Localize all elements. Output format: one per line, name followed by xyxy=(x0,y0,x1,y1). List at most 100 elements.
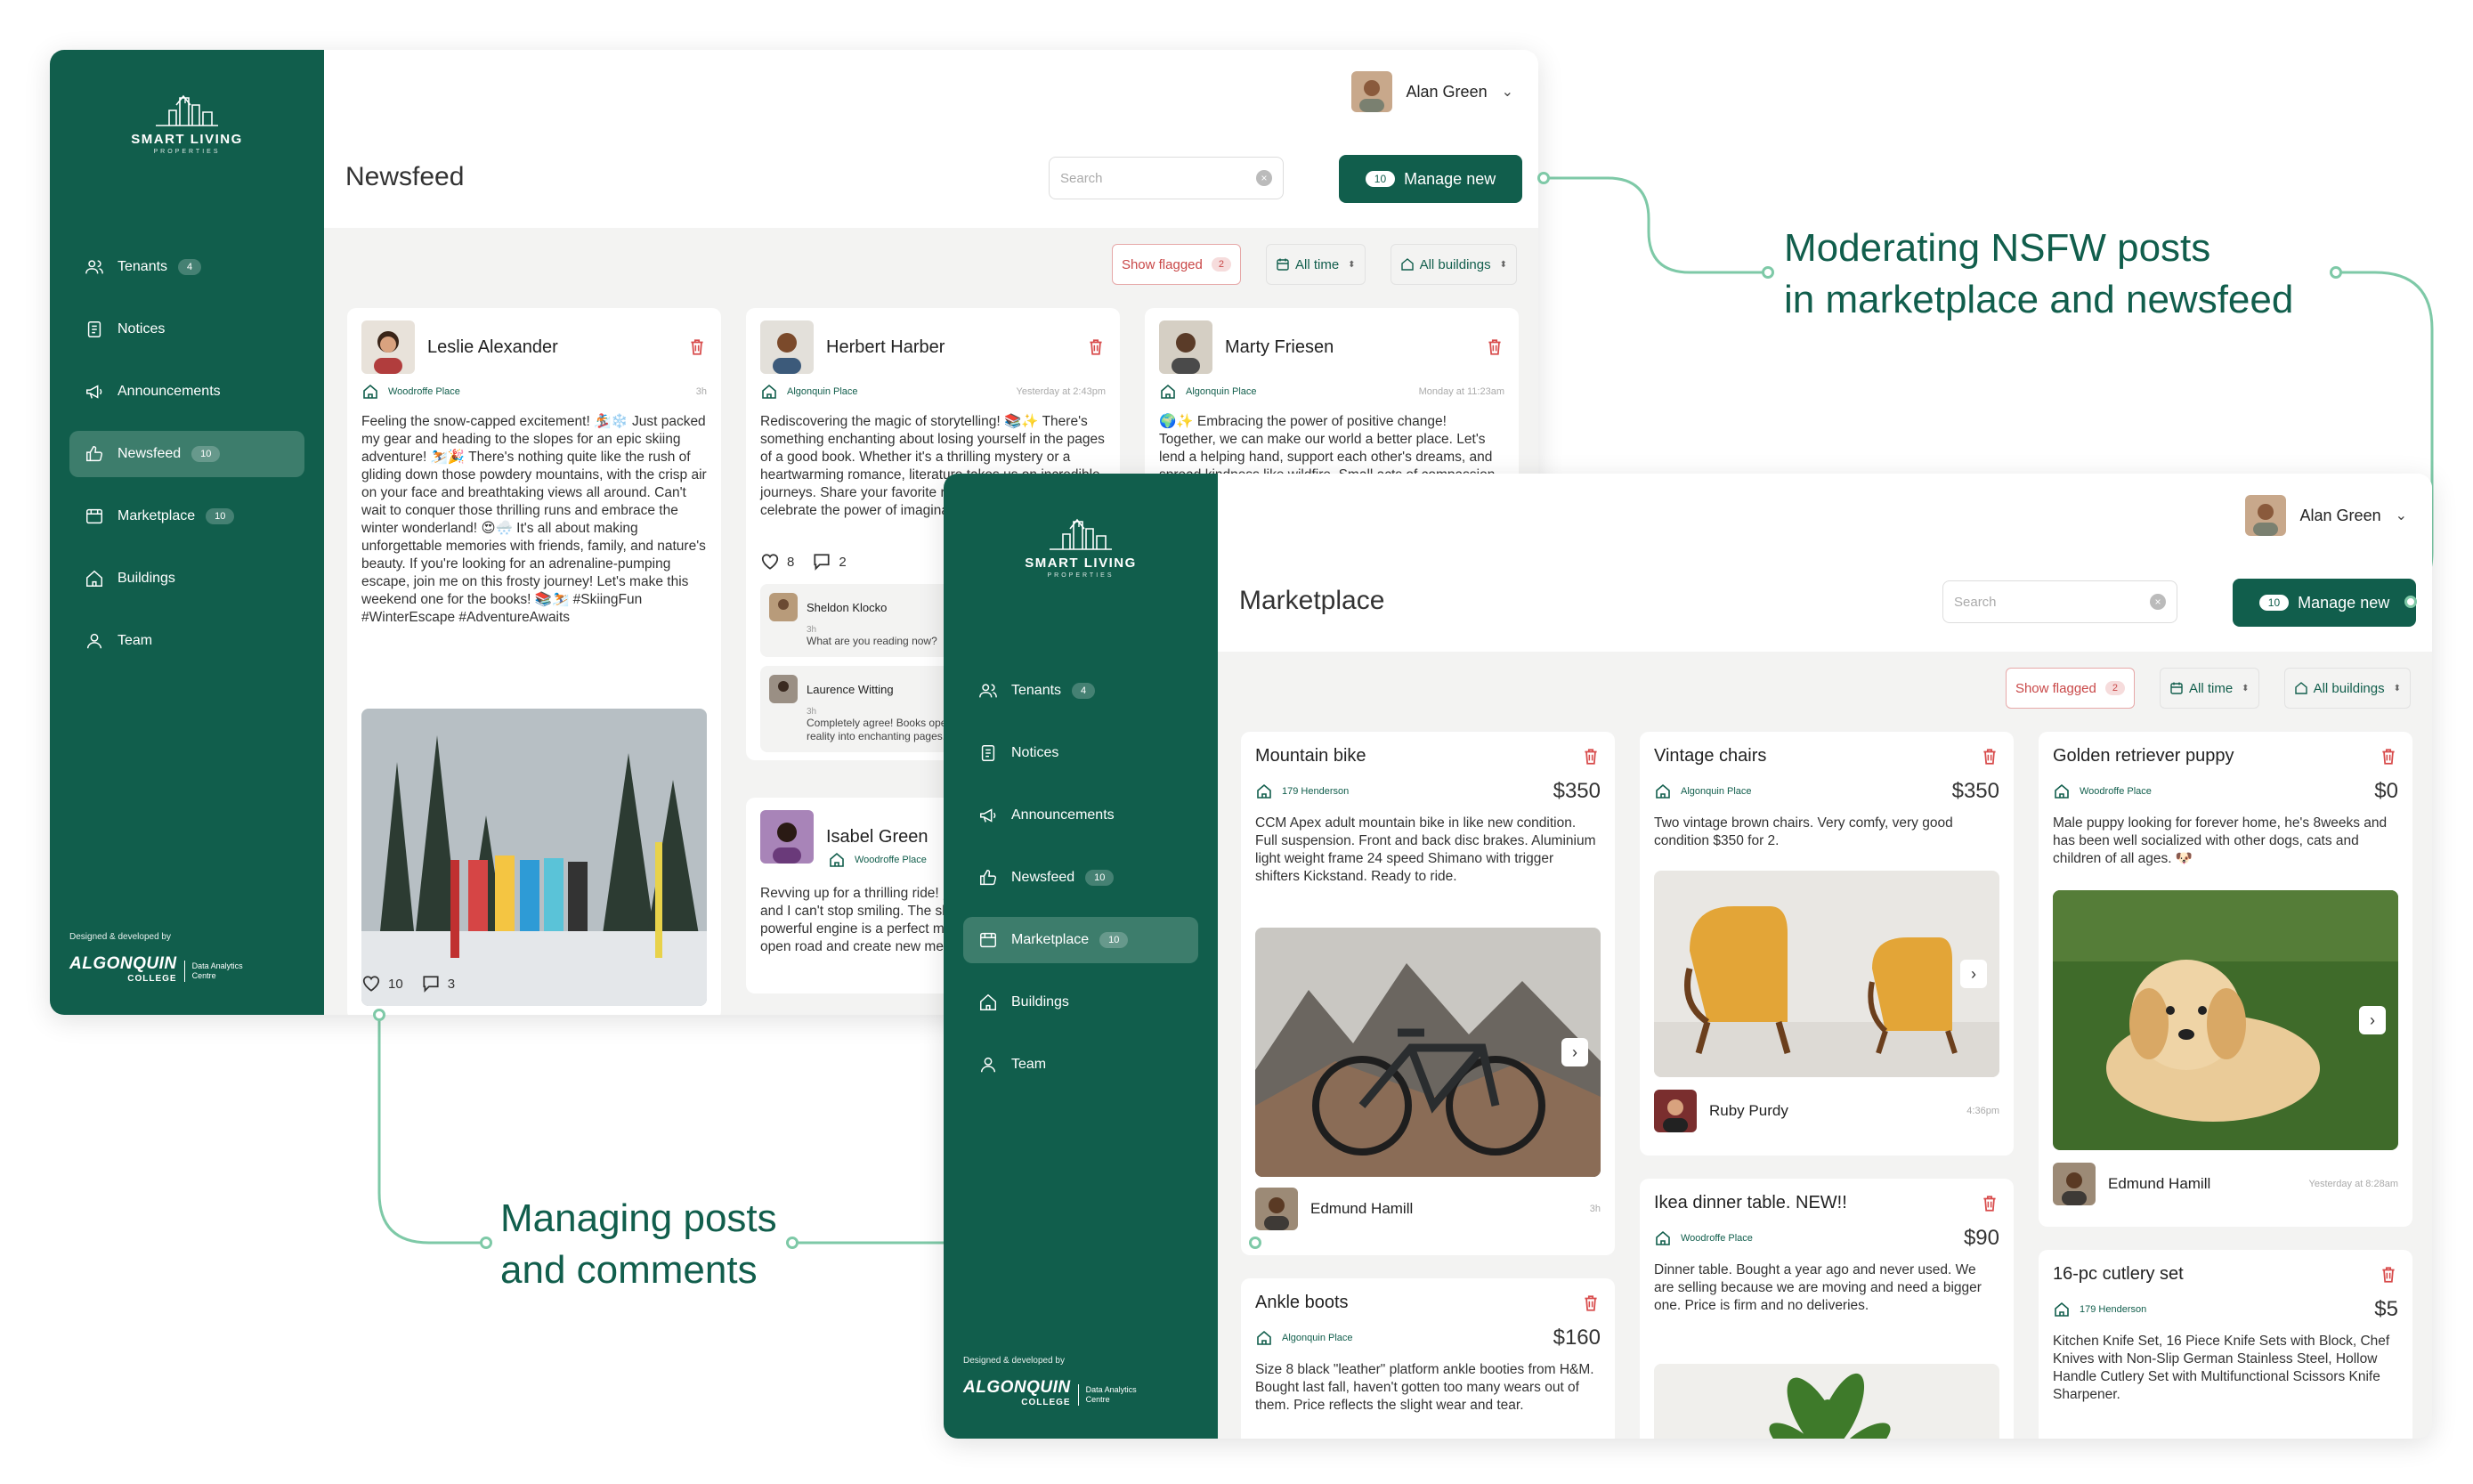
search-input[interactable]: Search × xyxy=(1049,157,1284,199)
annotation-line: in marketplace and newsfeed xyxy=(1784,278,2294,321)
search-placeholder: Search xyxy=(1060,170,1103,186)
connector-dot xyxy=(1537,172,1550,184)
listing-location: Woodroffe Place xyxy=(2080,786,2152,797)
avatar xyxy=(2053,1163,2096,1205)
sidebar-item-notices[interactable]: Notices xyxy=(963,730,1198,776)
house-icon xyxy=(2053,783,2071,800)
seller-name: Ruby Purdy xyxy=(1709,1102,1788,1119)
listing-price: $90 xyxy=(1963,1226,1999,1250)
trash-icon[interactable] xyxy=(1980,747,1999,766)
next-image-button[interactable]: › xyxy=(1960,960,1987,988)
trash-icon[interactable] xyxy=(1980,1194,1999,1213)
sidebar-item-team[interactable]: Team xyxy=(963,1042,1198,1088)
listing-photo[interactable]: › xyxy=(1654,871,1999,1077)
heart-icon[interactable] xyxy=(760,552,780,572)
post-time: 3h xyxy=(695,386,707,397)
brand-college: COLLEGE xyxy=(127,974,177,984)
listing-card: Golden retriever puppy Woodroffe Place $0… xyxy=(2039,732,2412,1227)
listing-photo[interactable]: › xyxy=(2053,890,2398,1150)
sidebar-item-newsfeed[interactable]: Newsfeed 10 xyxy=(963,855,1198,901)
clear-icon[interactable]: × xyxy=(2150,594,2166,610)
listing-location: Algonquin Place xyxy=(1681,786,1752,797)
sidebar-item-announcements[interactable]: Announcements xyxy=(963,792,1198,839)
comment-icon[interactable] xyxy=(812,552,831,572)
thumbs-up-icon xyxy=(84,443,105,465)
house-icon xyxy=(1159,383,1177,401)
trash-icon[interactable] xyxy=(1086,337,1106,357)
listing-price: $350 xyxy=(1553,779,1601,803)
house-icon xyxy=(361,383,379,401)
brand-sub1: Data Analytics xyxy=(191,961,243,970)
show-flagged-label: Show flagged xyxy=(1121,256,1203,272)
annotation-line: Moderating NSFW posts xyxy=(1784,226,2211,270)
connector-dot xyxy=(2404,596,2417,608)
listing-photo[interactable] xyxy=(1654,1364,1999,1439)
comment-count: 2 xyxy=(839,554,847,570)
store-icon xyxy=(84,506,105,527)
sidebar-item-notices[interactable]: Notices xyxy=(69,306,304,353)
sidebar-item-buildings[interactable]: Buildings xyxy=(69,555,304,602)
sidebar-item-tenants[interactable]: Tenants 4 xyxy=(963,668,1198,714)
sidebar-item-newsfeed[interactable]: Newsfeed 10 xyxy=(69,431,304,477)
home-icon xyxy=(84,568,105,589)
sidebar-nav: Tenants 4 Notices Announcements Newsfeed 1… xyxy=(963,668,1198,1104)
house-icon xyxy=(1654,1229,1672,1247)
sidebar-item-team[interactable]: Team xyxy=(69,618,304,664)
building-filter[interactable]: All buildings ⬍ xyxy=(2283,668,2411,709)
trash-icon[interactable] xyxy=(2379,747,2398,766)
sidebar-item-label: Tenants xyxy=(1011,683,1062,698)
heart-icon[interactable] xyxy=(361,974,381,993)
manage-count: 10 xyxy=(1365,171,1396,187)
next-image-button[interactable]: › xyxy=(1561,1038,1588,1066)
user-menu[interactable]: Alan Green ⌄ xyxy=(2244,495,2407,536)
megaphone-icon xyxy=(84,381,105,402)
sidebar-item-marketplace[interactable]: Marketplace 10 xyxy=(963,917,1198,963)
trash-icon[interactable] xyxy=(1485,337,1504,357)
sidebar-item-buildings[interactable]: Buildings xyxy=(963,979,1198,1026)
sidebar-item-marketplace[interactable]: Marketplace 10 xyxy=(69,493,304,539)
chevron-down-icon: ⌄ xyxy=(1501,85,1513,100)
store-icon xyxy=(977,929,999,951)
person-icon xyxy=(84,630,105,652)
house-icon xyxy=(1255,1329,1273,1347)
time-filter[interactable]: All time ⬍ xyxy=(1265,244,1366,285)
show-flagged-button[interactable]: Show flagged 2 xyxy=(2005,668,2135,709)
search-input[interactable]: Search × xyxy=(1942,580,2177,623)
trash-icon[interactable] xyxy=(2379,1265,2398,1285)
college-logo: ALGONQUIN COLLEGE Data Analytics Centre xyxy=(69,955,243,986)
annotation-line: Managing posts xyxy=(500,1196,777,1240)
building-filter[interactable]: All buildings ⬍ xyxy=(1390,244,1517,285)
connector-dot xyxy=(1249,1237,1261,1249)
listing-title: Ikea dinner table. NEW!! xyxy=(1654,1193,1847,1212)
trash-icon[interactable] xyxy=(1581,747,1601,766)
comment-icon[interactable] xyxy=(421,974,441,993)
manage-new-button[interactable]: 10 Manage new xyxy=(1339,155,1522,203)
listing-card: 16-pc cutlery set 179 Henderson $5 Kitche… xyxy=(2039,1250,2412,1439)
logo-subtext: PROPERTIES xyxy=(1047,572,1115,579)
manage-new-button[interactable]: 10 Manage new xyxy=(2233,579,2416,627)
trash-icon[interactable] xyxy=(687,337,707,357)
brand-sub1: Data Analytics xyxy=(1085,1385,1137,1394)
user-menu[interactable]: Alan Green ⌄ xyxy=(1350,71,1513,112)
credit-text: Designed & developed by xyxy=(963,1356,1065,1366)
avatar xyxy=(1654,1090,1697,1132)
post-card: Leslie Alexander Woodroffe Place 3h Feeli… xyxy=(347,308,721,1015)
show-flagged-button[interactable]: Show flagged 2 xyxy=(1111,244,1241,285)
avatar xyxy=(361,320,415,374)
next-image-button[interactable]: › xyxy=(2359,1006,2386,1034)
clear-icon[interactable]: × xyxy=(1256,170,1272,186)
post-photo[interactable] xyxy=(361,709,707,1006)
listing-card: Ikea dinner table. NEW!! Woodroffe Place… xyxy=(1640,1179,2014,1439)
sidebar-item-label: Marketplace xyxy=(118,508,196,523)
sidebar-item-announcements[interactable]: Announcements xyxy=(69,369,304,415)
trash-icon[interactable] xyxy=(1581,1293,1601,1313)
listing-photo[interactable]: › xyxy=(1255,928,1601,1177)
listing-description: Two vintage brown chairs. Very comfy, ve… xyxy=(1654,815,1953,848)
sidebar-item-tenants[interactable]: Tenants 4 xyxy=(69,244,304,290)
reactions: 10 3 xyxy=(361,974,455,993)
building-icon xyxy=(2294,681,2308,695)
page-title: Marketplace xyxy=(1239,586,1385,615)
post-location: Woodroffe Place xyxy=(388,386,460,397)
sidebar-item-label: Notices xyxy=(1011,745,1059,760)
time-filter[interactable]: All time ⬍ xyxy=(2159,668,2259,709)
